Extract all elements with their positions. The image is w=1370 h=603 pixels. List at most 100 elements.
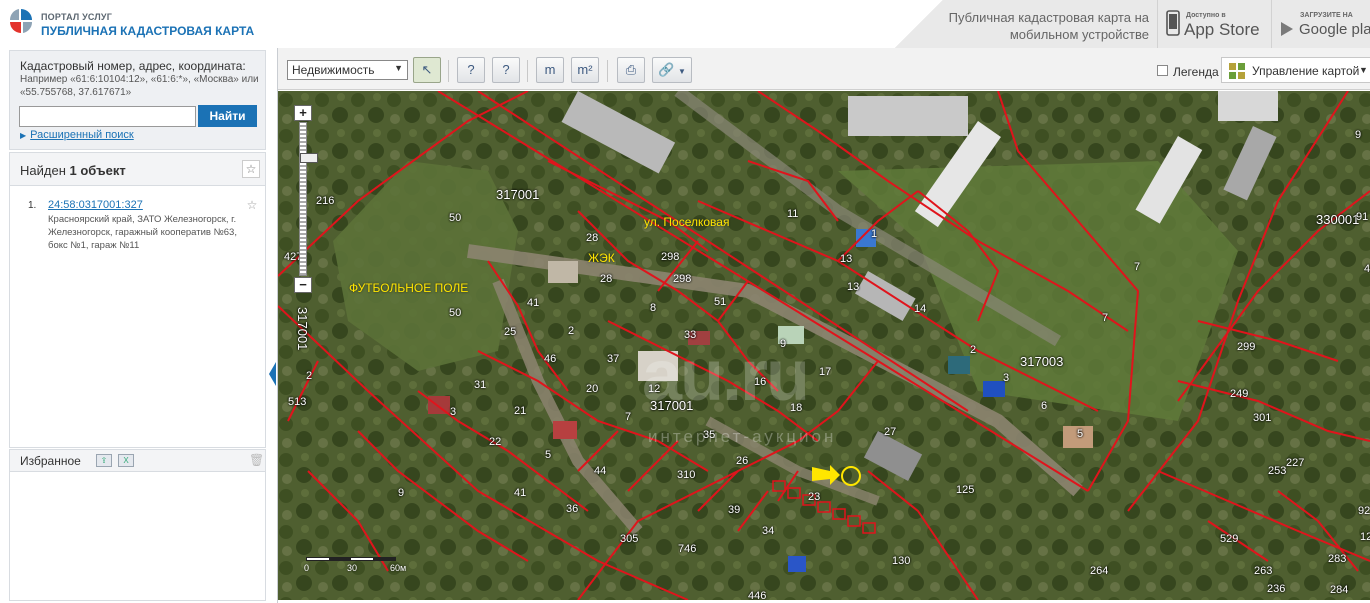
favorites-panel: Избранное ⇪ X 🗑: [9, 449, 266, 601]
parcel-number: 41: [527, 297, 540, 309]
parcel-number: 21: [514, 405, 527, 417]
parcel-number: 513: [288, 396, 307, 408]
parcel-number: 13: [840, 253, 853, 265]
link-button[interactable]: 🔗 ▼: [652, 57, 692, 83]
zoom-slider-handle[interactable]: [300, 153, 318, 163]
street-label: ул. Поселковая: [644, 215, 730, 229]
zoom-in-button[interactable]: +: [294, 105, 312, 121]
advanced-search-label: Расширенный поиск: [30, 129, 134, 141]
quarter-label: 330001: [1316, 212, 1360, 227]
toolbar-separator: [448, 60, 449, 82]
parcel-number: 284: [1330, 584, 1349, 596]
map-control-dropdown[interactable]: Управление картой ▼: [1221, 57, 1370, 83]
parcel-number: 5: [1077, 428, 1084, 440]
identify-tool-button[interactable]: ?: [492, 57, 520, 83]
parcel-number: 249: [1230, 388, 1249, 400]
parcel-number: 11: [787, 208, 799, 220]
results-count: Найден 1 объект: [20, 163, 126, 178]
map-toolbar: Недвижимость ▼ ↖ ? ? m m² ⎙ 🔗 ▼ Легенда …: [278, 48, 1370, 90]
parcel-label: 50: [449, 212, 462, 224]
parcel-number: 236: [1267, 583, 1286, 595]
parcel-number: 6: [1041, 400, 1048, 412]
dropdown-arrow-icon: ▼: [1359, 65, 1368, 75]
parcel-number: 27: [884, 426, 897, 438]
export-icon[interactable]: ⇪: [96, 454, 112, 467]
search-panel: Кадастровый номер, адрес, координата: На…: [9, 50, 266, 150]
parcel-number: 264: [1090, 565, 1109, 577]
advanced-search-link[interactable]: ▶ Расширенный поиск: [20, 129, 134, 141]
parcel-number: 125: [956, 484, 975, 496]
gosuslugi-logo-icon[interactable]: [8, 7, 34, 35]
zoom-control[interactable]: + −: [294, 105, 318, 293]
google-play-button[interactable]: ЗАГРУЗИТЕ НА Google play: [1271, 0, 1370, 48]
phone-icon: [1166, 10, 1180, 36]
appstore-button[interactable]: Доступно в App Store: [1157, 0, 1270, 48]
parcel-number: 50: [449, 307, 462, 319]
lasso-question-icon: ?: [467, 62, 475, 77]
star-icon[interactable]: ☆: [243, 197, 261, 215]
watermark: au.ru: [642, 336, 810, 416]
parcel-number: 746: [678, 543, 697, 555]
parcel-number: 310: [677, 469, 696, 481]
parcel-number: 298: [673, 273, 692, 285]
result-index: 1.: [28, 200, 37, 211]
quarter-label: 317003: [1020, 354, 1064, 369]
result-cadastral-link[interactable]: 24:58:0317001:327: [48, 199, 143, 211]
measure-area-button[interactable]: m²: [571, 57, 599, 83]
app-title[interactable]: ПУБЛИЧНАЯ КАДАСТРОВАЯ КАРТА: [41, 24, 254, 38]
parcel-number: 31: [474, 379, 487, 391]
parcel-number: 14: [914, 303, 927, 315]
search-hint-title: Кадастровый номер, адрес, координата:: [20, 59, 246, 73]
zoom-slider-track[interactable]: [299, 122, 318, 276]
parcel-number: 283: [1328, 553, 1347, 565]
results-panel: Найден 1 объект ☆ 1. 24:58:0317001:327 К…: [9, 152, 266, 448]
quarter-label: 317001: [496, 187, 540, 202]
parcel-number: 23: [808, 491, 821, 503]
select-info-tool-button[interactable]: ↖: [413, 57, 441, 83]
parcel-number: 9: [398, 487, 405, 499]
satellite-imagery: [278, 91, 1370, 600]
parcel-number: 9: [1355, 129, 1362, 141]
measure-distance-button[interactable]: m: [536, 57, 564, 83]
parcel-number: 12: [1360, 531, 1370, 543]
collapse-panel-handle[interactable]: [269, 362, 276, 386]
zoom-out-button[interactable]: −: [294, 277, 312, 293]
print-button[interactable]: ⎙: [617, 57, 645, 83]
object-type-value: Недвижимость: [292, 63, 375, 77]
parcel-number: 26: [736, 455, 749, 467]
parcel-number: 91: [1356, 211, 1369, 223]
appstore-label: App Store: [1184, 20, 1260, 39]
parcel-number: 130: [892, 555, 911, 567]
layers-grid-icon: [1229, 63, 1245, 79]
search-input[interactable]: [19, 106, 196, 127]
gplay-small-label: ЗАГРУЗИТЕ НА: [1300, 12, 1353, 19]
parcel-number: 446: [748, 590, 767, 600]
parcel-number: 7: [625, 411, 632, 423]
parcel-number: 227: [1286, 457, 1305, 469]
dropdown-arrow-icon: ▼: [677, 67, 686, 76]
parcel-number: 5: [545, 449, 552, 461]
place-label: ЖЭК: [588, 251, 615, 265]
search-hint-examples: Например «61:6:10104:12», «61:6:*», «Мос…: [20, 74, 259, 98]
parcel-number: 42: [1364, 263, 1370, 275]
parcel-number: 2: [568, 325, 575, 337]
area-info-tool-button[interactable]: ?: [457, 57, 485, 83]
results-count-prefix: Найден: [20, 163, 66, 178]
link-icon: 🔗: [658, 62, 675, 77]
legend-checkbox[interactable]: [1157, 65, 1168, 76]
excel-export-icon[interactable]: X: [118, 454, 134, 467]
watermark-subtitle: интернет-аукцион: [648, 427, 837, 446]
parcel-number: 39: [728, 504, 741, 516]
object-type-select[interactable]: Недвижимость ▼: [287, 60, 408, 80]
map-canvas[interactable]: 317001 50 ул. Поселковая ЖЭК ФУТБОЛЬНОЕ …: [278, 91, 1370, 600]
place-label: ФУТБОЛЬНОЕ ПОЛЕ: [349, 281, 469, 295]
parcel-number: 2: [306, 370, 313, 382]
results-header: Найден 1 объект ☆: [10, 153, 265, 186]
star-icon[interactable]: ☆: [242, 160, 260, 178]
scale-bar: 0 30 60м: [302, 553, 412, 573]
trash-icon[interactable]: 🗑: [249, 453, 264, 467]
parcel-number: 3: [450, 406, 457, 418]
search-button[interactable]: Найти: [198, 105, 257, 127]
appstore-small-label: Доступно в: [1186, 12, 1226, 19]
parcel-number: 51: [714, 296, 727, 308]
